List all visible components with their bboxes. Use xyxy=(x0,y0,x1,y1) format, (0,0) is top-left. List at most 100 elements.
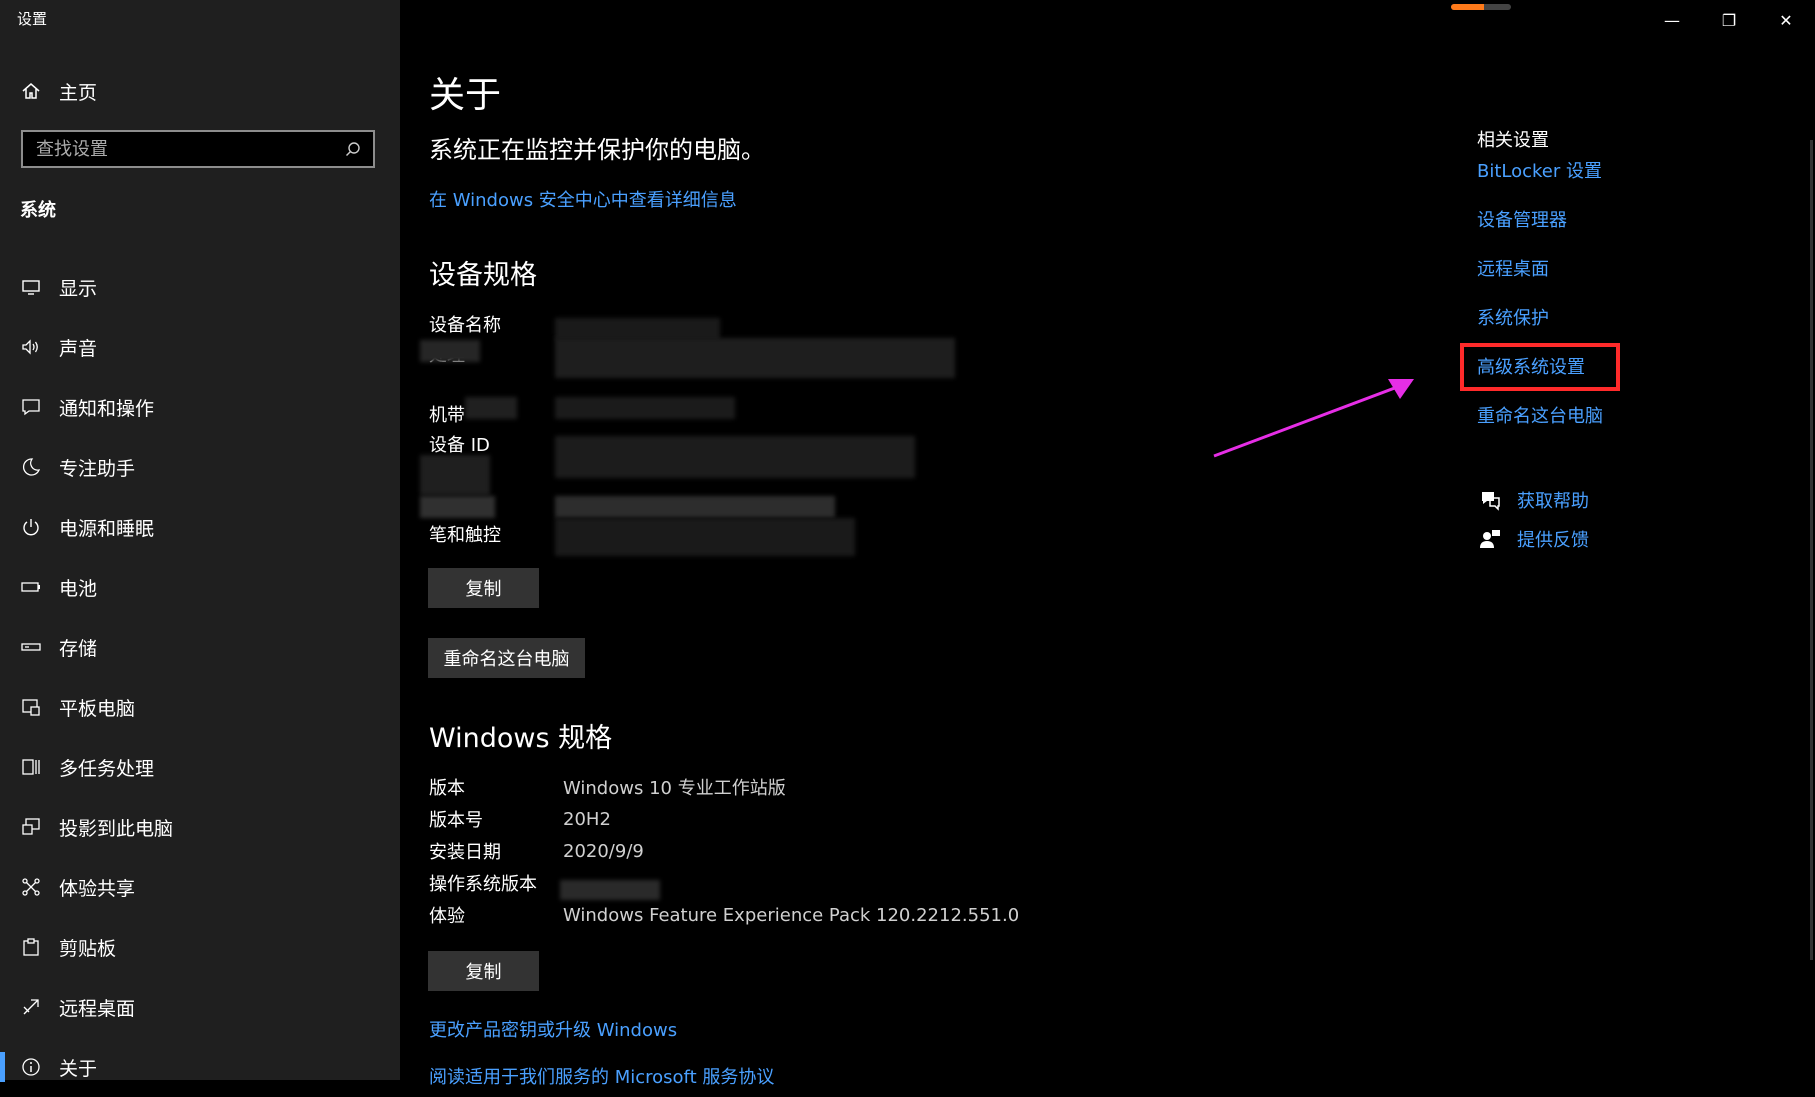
redacted-value xyxy=(465,397,517,419)
remote-desktop-link[interactable]: 远程桌面 xyxy=(1477,258,1603,307)
get-help-row[interactable]: 获取帮助 xyxy=(1477,487,1589,513)
related-settings-heading: 相关设置 xyxy=(1477,130,1549,151)
nav-home[interactable]: 主页 xyxy=(0,70,400,112)
sidebar-item-label: 电池 xyxy=(59,577,98,600)
copy-windows-specs-button[interactable]: 复制 xyxy=(428,951,539,991)
sidebar-item-label: 显示 xyxy=(59,277,98,300)
windows-spec-key: 版本号 xyxy=(429,810,483,831)
search-input[interactable] xyxy=(23,137,341,161)
scrollbar[interactable] xyxy=(1810,140,1813,960)
redacted-value xyxy=(420,496,495,518)
related-settings: 相关设置 BitLocker 设置 设备管理器 远程桌面 系统保护 高级系统设置… xyxy=(1477,126,1603,454)
windows-spec-value: 2020/9/9 xyxy=(563,840,644,862)
redacted-value xyxy=(420,455,490,495)
device-manager-link[interactable]: 设备管理器 xyxy=(1477,209,1603,258)
nav-list: 显示 声音 通知和操作 专注助手 电源和睡眠 电池 存储 平板电脑 多任务处理 … xyxy=(0,257,400,1097)
sidebar-item-label: 关于 xyxy=(59,1057,98,1080)
feedback-person-icon xyxy=(1477,526,1503,552)
redacted-value xyxy=(555,518,855,556)
sidebar-item-label: 体验共享 xyxy=(59,877,136,900)
search-box xyxy=(21,130,375,168)
nav-home-label: 主页 xyxy=(59,81,98,104)
spec-label-pen-touch: 笔和触控 xyxy=(429,525,501,546)
windows-specs-heading: Windows 规格 xyxy=(429,723,613,754)
progress-fill xyxy=(1451,4,1484,10)
bitlocker-link[interactable]: BitLocker 设置 xyxy=(1477,160,1603,209)
tablet-icon xyxy=(20,696,42,718)
close-button[interactable]: ✕ xyxy=(1761,0,1811,40)
sidebar-item-about[interactable]: 关于 xyxy=(0,1037,400,1097)
sidebar-item-focus[interactable]: 专注助手 xyxy=(0,437,400,497)
security-status: 系统正在监控并保护你的电脑。 xyxy=(429,136,765,164)
sidebar-item-remote[interactable]: 远程桌面 xyxy=(0,977,400,1037)
app-title: 设置 xyxy=(17,10,48,28)
sidebar-item-label: 通知和操作 xyxy=(59,397,155,420)
battery-icon xyxy=(20,576,42,598)
sidebar-item-share[interactable]: 体验共享 xyxy=(0,857,400,917)
sidebar-item-multitask[interactable]: 多任务处理 xyxy=(0,737,400,797)
remote-icon xyxy=(20,996,42,1018)
info-icon xyxy=(20,1056,42,1078)
redacted-value xyxy=(555,436,915,478)
get-help-link[interactable]: 获取帮助 xyxy=(1517,487,1589,513)
sidebar-item-label: 专注助手 xyxy=(59,457,136,480)
sidebar-item-label: 多任务处理 xyxy=(59,757,155,780)
service-agreement-link[interactable]: 阅读适用于我们服务的 Microsoft 服务协议 xyxy=(429,1063,774,1089)
sidebar-item-clipboard[interactable]: 剪贴板 xyxy=(0,917,400,977)
minimize-button[interactable]: — xyxy=(1647,0,1697,40)
windows-spec-value: Windows Feature Experience Pack 120.2212… xyxy=(563,904,1020,926)
windows-spec-value: Windows 10 专业工作站版 xyxy=(563,778,786,799)
clipboard-icon xyxy=(20,936,42,958)
sidebar-item-power[interactable]: 电源和睡眠 xyxy=(0,497,400,557)
security-center-link[interactable]: 在 Windows 安全中心中查看详细信息 xyxy=(429,186,737,212)
redacted-value xyxy=(420,340,480,362)
redacted-value xyxy=(555,338,955,378)
search-icon[interactable] xyxy=(341,137,365,161)
sidebar-item-project[interactable]: 投影到此电脑 xyxy=(0,797,400,857)
monitor-icon xyxy=(20,276,42,298)
rename-pc-button[interactable]: 重命名这台电脑 xyxy=(428,638,585,678)
redacted-value xyxy=(560,880,660,900)
windows-spec-key: 操作系统版本 xyxy=(429,874,537,895)
project-icon xyxy=(20,816,42,838)
windows-spec-row: 安装日期 2020/9/9 xyxy=(429,835,644,867)
sidebar-item-sound[interactable]: 声音 xyxy=(0,317,400,377)
sidebar-item-label: 存储 xyxy=(59,637,98,660)
sidebar-item-tablet[interactable]: 平板电脑 xyxy=(0,677,400,737)
sidebar-item-battery[interactable]: 电池 xyxy=(0,557,400,617)
page-title: 关于 xyxy=(429,75,502,116)
windows-spec-key: 体验 xyxy=(429,906,465,927)
sidebar-item-label: 远程桌面 xyxy=(59,997,136,1020)
copy-device-specs-button[interactable]: 复制 xyxy=(428,568,539,608)
sidebar-item-storage[interactable]: 存储 xyxy=(0,617,400,677)
spec-label-device-name: 设备名称 xyxy=(429,315,501,336)
feedback-row[interactable]: 提供反馈 xyxy=(1477,526,1589,552)
sidebar-item-notifications[interactable]: 通知和操作 xyxy=(0,377,400,437)
sidebar: 设置 主页 系统 显示 声音 通知和操作 专注助手 xyxy=(0,0,400,1082)
device-specs-heading: 设备规格 xyxy=(429,260,537,291)
power-icon xyxy=(20,516,42,538)
feedback-link[interactable]: 提供反馈 xyxy=(1517,526,1589,552)
sidebar-item-label: 投影到此电脑 xyxy=(59,817,174,840)
restore-button[interactable]: ❐ xyxy=(1704,0,1754,40)
section-title: 系统 xyxy=(20,200,56,221)
rename-pc-link[interactable]: 重命名这台电脑 xyxy=(1477,405,1603,454)
annotation-arrow xyxy=(1213,379,1414,458)
home-icon xyxy=(20,80,42,102)
storage-icon xyxy=(20,636,42,658)
windows-spec-key: 安装日期 xyxy=(429,842,501,863)
notification-icon xyxy=(20,396,42,418)
chat-help-icon xyxy=(1477,487,1503,513)
sidebar-item-display[interactable]: 显示 xyxy=(0,257,400,317)
share-icon xyxy=(20,876,42,898)
sidebar-item-label: 剪贴板 xyxy=(59,937,117,960)
product-key-link[interactable]: 更改产品密钥或升级 Windows xyxy=(429,1016,677,1042)
windows-spec-row: 操作系统版本 xyxy=(429,867,563,899)
windows-spec-value: 20H2 xyxy=(563,808,611,830)
windows-spec-row: 版本号 20H2 xyxy=(429,803,611,835)
moon-icon xyxy=(20,456,42,478)
windows-spec-row: 版本 Windows 10 专业工作站版 xyxy=(429,771,786,803)
title-progress-bar xyxy=(1451,4,1511,10)
multitask-icon xyxy=(20,756,42,778)
sidebar-item-label: 声音 xyxy=(59,337,98,360)
